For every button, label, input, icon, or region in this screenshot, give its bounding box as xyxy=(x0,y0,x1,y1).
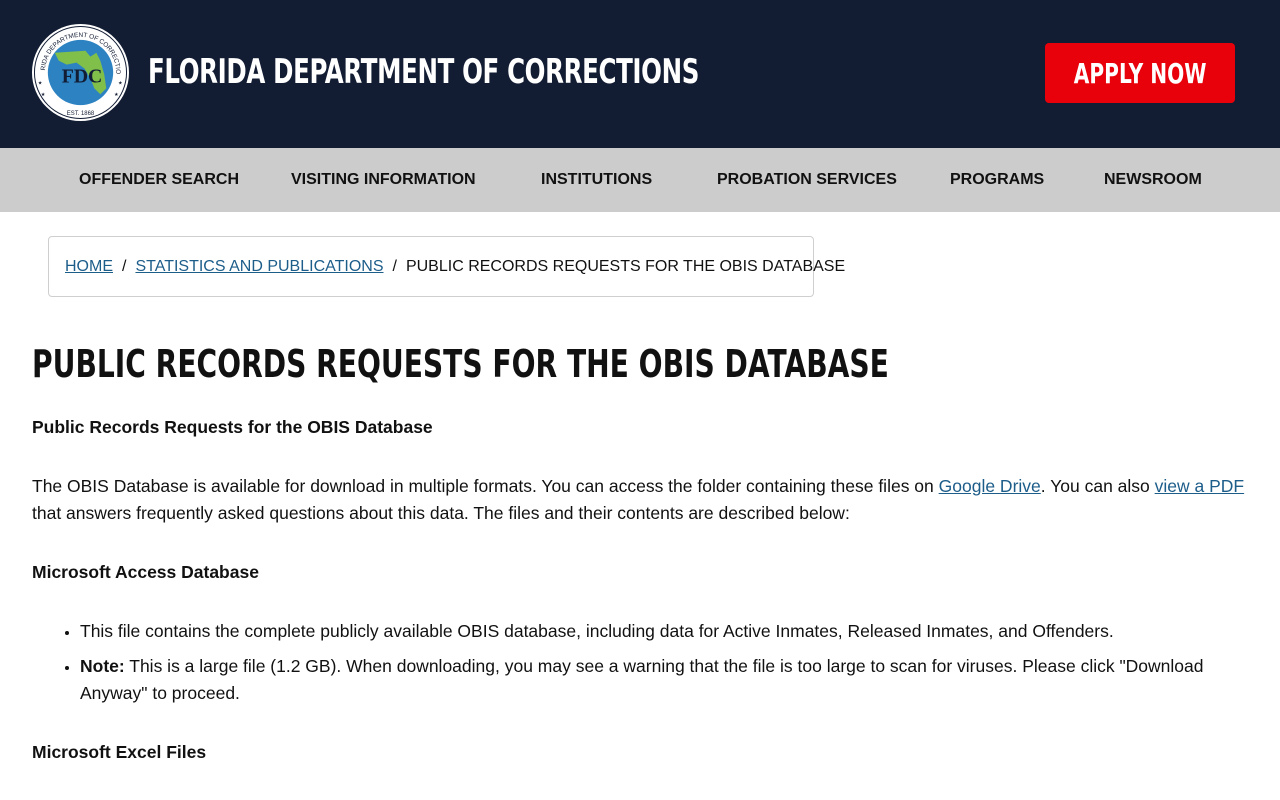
fdc-logo[interactable]: FDC EST. 1868 FLORIDA DEPARTMENT OF CORR… xyxy=(31,23,130,122)
page-subtitle: Public Records Requests for the OBIS Dat… xyxy=(32,417,433,437)
intro-text-3: that answers frequently asked questions … xyxy=(32,503,850,523)
access-heading: Microsoft Access Database xyxy=(32,562,259,582)
intro-paragraph: The OBIS Database is available for downl… xyxy=(32,473,1252,527)
apply-now-label: APPLY NOW xyxy=(1073,56,1207,90)
breadcrumb-statistics-link[interactable]: STATISTICS AND PUBLICATIONS xyxy=(135,258,383,276)
logo-initials: FDC xyxy=(62,65,103,87)
note-text: This is a large file (1.2 GB). When down… xyxy=(80,656,1204,703)
list-item: Note: This is a large file (1.2 GB). Whe… xyxy=(80,653,1252,707)
intro-text-2: . You can also xyxy=(1040,476,1155,496)
intro-text-1: The OBIS Database is available for downl… xyxy=(32,476,939,496)
apply-now-button[interactable]: APPLY NOW xyxy=(1045,43,1235,103)
nav-probation-services[interactable]: PROBATION SERVICES xyxy=(717,148,897,212)
google-drive-link[interactable]: Google Drive xyxy=(939,476,1041,496)
svg-text:★: ★ xyxy=(38,80,43,86)
nav-newsroom[interactable]: NEWSROOM xyxy=(1104,148,1202,212)
breadcrumb-current: PUBLIC RECORDS REQUESTS FOR THE OBIS DAT… xyxy=(405,257,846,275)
nav-visiting-information[interactable]: VISITING INFORMATION xyxy=(291,148,476,212)
excel-heading: Microsoft Excel Files xyxy=(32,742,207,762)
list-item: This file contains the complete publicly… xyxy=(80,618,1252,645)
page-title: PUBLIC RECORDS REQUESTS FOR THE OBIS DAT… xyxy=(32,342,889,386)
main-content: Public Records Requests for the OBIS Dat… xyxy=(32,414,1252,766)
nav-institutions[interactable]: INSTITUTIONS xyxy=(541,148,652,212)
breadcrumb-separator: / xyxy=(392,257,397,275)
nav-offender-search[interactable]: OFFENDER SEARCH xyxy=(79,148,239,212)
view-pdf-link[interactable]: view a PDF xyxy=(1155,476,1244,496)
svg-text:★: ★ xyxy=(118,80,123,86)
breadcrumb: HOME / STATISTICS AND PUBLICATIONS / PUB… xyxy=(48,236,845,297)
nav-programs[interactable]: PROGRAMS xyxy=(950,148,1044,212)
site-header: FDC EST. 1868 FLORIDA DEPARTMENT OF CORR… xyxy=(0,0,1280,148)
note-label: Note: xyxy=(80,656,125,676)
site-title[interactable]: FLORIDA DEPARTMENT OF CORRECTIONS xyxy=(148,48,699,96)
access-list: This file contains the complete publicly… xyxy=(32,618,1252,707)
main-nav: OFFENDER SEARCH VISITING INFORMATION INS… xyxy=(0,148,1280,212)
logo-est: EST. 1868 xyxy=(67,111,95,117)
svg-text:★: ★ xyxy=(41,92,46,98)
svg-text:★: ★ xyxy=(114,92,119,98)
breadcrumb-home-link[interactable]: HOME xyxy=(65,258,113,276)
breadcrumb-separator: / xyxy=(122,257,127,275)
